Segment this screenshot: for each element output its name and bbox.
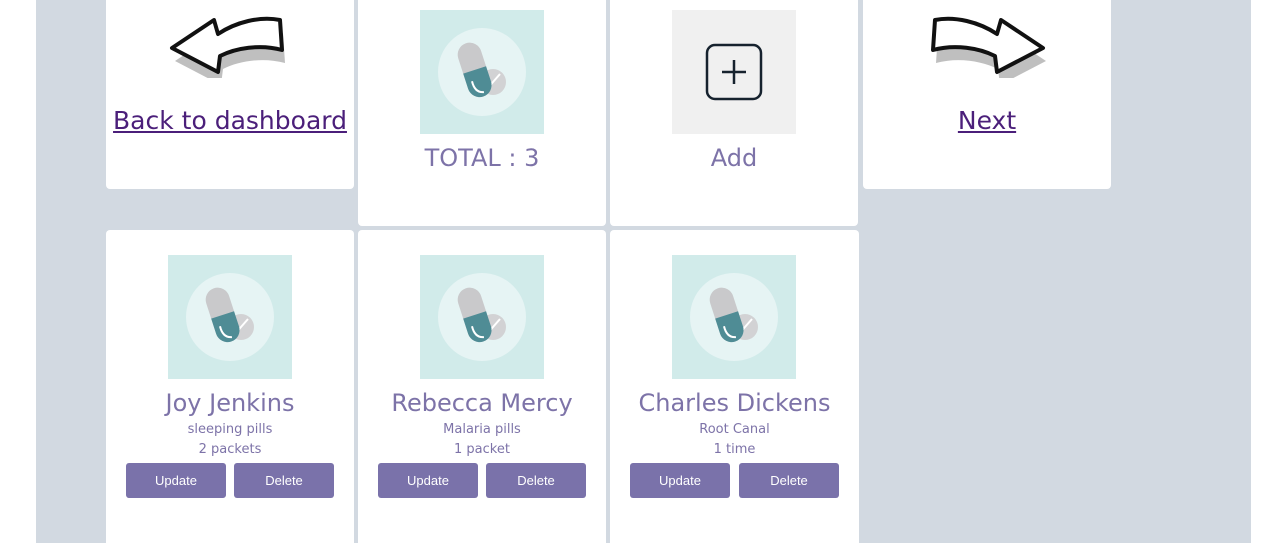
record-card: Charles Dickens Root Canal 1 time Update… bbox=[610, 230, 859, 550]
medicine-quantity: 1 time bbox=[713, 442, 756, 457]
patient-name: Rebecca Mercy bbox=[391, 389, 573, 417]
add-tile[interactable] bbox=[672, 10, 796, 134]
total-count: TOTAL : 3 bbox=[424, 144, 540, 172]
medicine-thumbnail bbox=[420, 255, 544, 379]
medicine-name: Root Canal bbox=[699, 422, 770, 437]
medicine-quantity: 2 packets bbox=[198, 442, 262, 457]
add-label[interactable]: Add bbox=[610, 144, 858, 172]
delete-button[interactable]: Delete bbox=[486, 463, 586, 498]
pill-capsule-icon bbox=[438, 273, 526, 361]
next-link[interactable]: Next bbox=[863, 106, 1111, 135]
delete-button[interactable]: Delete bbox=[234, 463, 334, 498]
back-to-dashboard-link[interactable]: Back to dashboard bbox=[106, 106, 354, 135]
medicine-thumbnail bbox=[672, 255, 796, 379]
plus-square-icon[interactable] bbox=[672, 10, 796, 134]
medicine-thumbnail bbox=[168, 255, 292, 379]
update-button[interactable]: Update bbox=[126, 463, 226, 498]
total-card: TOTAL : 3 bbox=[358, 0, 606, 226]
pill-capsule-icon bbox=[186, 273, 274, 361]
patient-name: Charles Dickens bbox=[638, 389, 831, 417]
back-card: Back to dashboard bbox=[106, 0, 354, 189]
page-background: Back to dashboard TOTAL : 3 Add Next Joy… bbox=[36, 0, 1251, 550]
medicine-name: sleeping pills bbox=[187, 422, 273, 437]
add-card: Add bbox=[610, 0, 858, 226]
curved-arrow-right-icon[interactable] bbox=[929, 0, 1047, 78]
pill-capsule-icon bbox=[690, 273, 778, 361]
medicine-thumbnail bbox=[420, 10, 544, 134]
medicine-quantity: 1 packet bbox=[454, 442, 510, 457]
pill-capsule-icon bbox=[438, 28, 526, 116]
update-button[interactable]: Update bbox=[630, 463, 730, 498]
update-button[interactable]: Update bbox=[378, 463, 478, 498]
delete-button[interactable]: Delete bbox=[739, 463, 839, 498]
curved-arrow-left-icon[interactable] bbox=[168, 0, 286, 78]
patient-name: Joy Jenkins bbox=[165, 389, 295, 417]
next-card: Next bbox=[863, 0, 1111, 189]
record-card: Joy Jenkins sleeping pills 2 packets Upd… bbox=[106, 230, 354, 550]
record-card: Rebecca Mercy Malaria pills 1 packet Upd… bbox=[358, 230, 606, 550]
medicine-name: Malaria pills bbox=[443, 422, 521, 437]
